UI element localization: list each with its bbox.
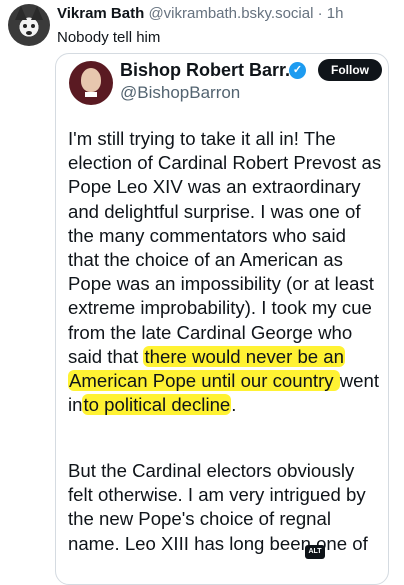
body-line: Pope was an impossibility (or at least (68, 273, 374, 295)
follow-button[interactable]: Follow (318, 59, 382, 81)
body-line: election of Cardinal Robert Prevost as (68, 152, 382, 174)
alt-text-badge[interactable]: ALT (305, 545, 325, 559)
post-time[interactable]: 1h (327, 5, 344, 22)
avatar-ear-left (15, 6, 27, 20)
body-line: the many commentators who said (68, 224, 346, 246)
body-line: extreme improbability). I took my cue (68, 297, 372, 319)
separator-dot: · (317, 5, 323, 22)
highlighted-text: there would never be an (143, 345, 345, 367)
author-name[interactable]: Vikram Bath (57, 5, 144, 22)
avatar-nose (26, 31, 32, 35)
author-handle[interactable]: @vikrambath.bsky.social (148, 5, 313, 22)
body-line: said that there would never be an (68, 345, 388, 369)
avatar-ear-right (31, 6, 43, 20)
embedded-post-body-continued: But the Cardinal electors obviously felt… (68, 459, 388, 556)
embedded-author-handle: @BishopBarron (120, 83, 241, 102)
highlighted-text: American Pope until our country (68, 370, 340, 392)
verified-badge-icon: ✓ (289, 62, 306, 79)
author-avatar[interactable] (8, 4, 50, 46)
body-text: went (339, 370, 380, 392)
body-line: Pope Leo XIV was an extraordinary (68, 176, 361, 198)
post-text: Nobody tell him (57, 29, 161, 46)
body-line: American Pope until our country went (68, 369, 388, 393)
body-line: felt otherwise. I am very intrigued by (68, 484, 366, 506)
body-line: But the Cardinal electors obviously (68, 460, 355, 481)
body-line: into political decline. (68, 393, 388, 417)
body-text: . (231, 394, 237, 416)
highlighted-text: to political decline (82, 394, 232, 416)
body-line: I'm still trying to take it all in! The (68, 128, 336, 149)
embedded-post-body: I'm still trying to take it all in! The … (68, 127, 388, 417)
avatar-eye-right (31, 24, 35, 28)
avatar-collar (85, 92, 97, 97)
body-text: said that (68, 345, 144, 367)
body-text: in (68, 394, 83, 416)
embedded-author-name: Bishop Robert Barr... (120, 60, 301, 80)
embedded-author-avatar (69, 61, 113, 105)
avatar-face (81, 68, 101, 92)
body-line: the new Pope's choice of regnal (68, 508, 331, 530)
body-line: from the late Cardinal George who (68, 321, 353, 343)
body-line: name. Leo XIII has long been one of (68, 532, 368, 554)
avatar-eye-left (23, 24, 27, 28)
feed-post: Vikram Bath @vikrambath.bsky.social · 1h… (0, 0, 404, 585)
body-line: that the choice of an American as (68, 249, 343, 271)
post-header: Vikram Bath @vikrambath.bsky.social · 1h (57, 4, 343, 24)
embedded-image-post[interactable]: Bishop Robert Barr... ✓ @BishopBarron Fo… (55, 53, 389, 585)
body-line: and delightful surprise. I was one of (68, 200, 361, 222)
